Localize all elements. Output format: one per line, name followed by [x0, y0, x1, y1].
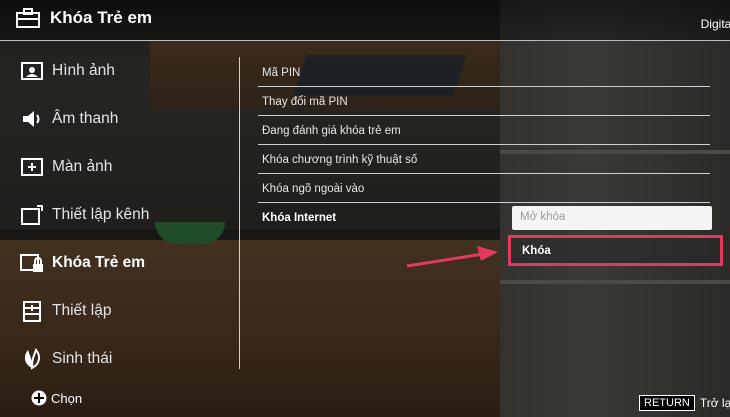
return-key-badge: RETURN — [639, 395, 695, 411]
option-unlock[interactable]: Mở khóa — [512, 206, 712, 230]
footer-return-label: Trở lại — [699, 396, 730, 410]
menu-item-label: Đang đánh giá khóa trẻ em — [262, 125, 401, 137]
parental-lock-icon — [20, 254, 43, 272]
internet-lock-dropdown: Mở khóa Khóa — [505, 202, 723, 270]
page-title: Khóa Trẻ em — [50, 8, 153, 27]
footer-select-hint: Chọn — [31, 390, 82, 406]
speaker-icon — [23, 111, 40, 127]
menu-item-pin[interactable]: Mã PIN — [258, 58, 710, 87]
input-source-label: Digital — [700, 17, 730, 31]
menu-item-label: Khóa Internet — [262, 212, 337, 224]
sidebar-item-settings[interactable]: Thiết lập — [0, 291, 235, 331]
eco-icon — [24, 348, 41, 370]
option-label: Khóa — [522, 245, 551, 257]
menu-item-label: Thay đổi mã PIN — [262, 96, 348, 108]
sidebar-item-label: Âm thanh — [52, 110, 119, 127]
screen-icon — [21, 158, 43, 176]
picture-icon — [21, 62, 43, 80]
option-lock[interactable]: Khóa — [508, 235, 723, 266]
sidebar-divider — [239, 57, 240, 369]
footer-return-hint: RETURN Trở lại — [639, 395, 730, 411]
menu-item-label: Khóa ngõ ngoài vào — [262, 183, 365, 195]
menu-item-change-pin[interactable]: Thay đổi mã PIN — [258, 87, 710, 116]
annotation-arrow-icon — [406, 246, 498, 268]
settings-icon — [23, 301, 41, 322]
dpad-icon — [31, 390, 47, 406]
sidebar-item-label: Thiết lập kênh — [52, 206, 150, 223]
sidebar-item-label: Màn ảnh — [52, 158, 113, 175]
toolbox-icon — [16, 8, 40, 28]
sidebar-item-sound[interactable]: Âm thanh — [0, 99, 235, 139]
header-divider — [0, 40, 730, 41]
footer-select-label: Chọn — [51, 390, 83, 406]
menu-item-label: Mã PIN — [262, 67, 301, 79]
menu-item-digital-program-lock[interactable]: Khóa chương trình kỹ thuật số — [258, 145, 710, 174]
sidebar-item-eco[interactable]: Sinh thái — [0, 339, 235, 379]
sidebar-item-parental-lock[interactable]: Khóa Trẻ em — [0, 243, 235, 283]
option-label: Mở khóa — [520, 211, 566, 223]
sidebar-item-label: Sinh thái — [52, 350, 113, 367]
sidebar-item-channel-setup[interactable]: Thiết lập kênh — [0, 195, 235, 235]
menu-item-external-input-lock[interactable]: Khóa ngõ ngoài vào — [258, 174, 710, 203]
sidebar-item-picture[interactable]: Hình ảnh — [0, 51, 235, 91]
sidebar-item-screen[interactable]: Màn ảnh — [0, 147, 235, 187]
menu-item-rating-lock[interactable]: Đang đánh giá khóa trẻ em — [258, 116, 710, 145]
menu-item-label: Khóa chương trình kỹ thuật số — [262, 154, 418, 166]
channel-setup-icon — [21, 205, 43, 225]
sidebar-item-label: Hình ảnh — [52, 62, 115, 79]
sidebar-item-label: Khóa Trẻ em — [52, 254, 146, 271]
header-bar: Khóa Trẻ em Digital — [0, 0, 730, 40]
sidebar-item-label: Thiết lập — [52, 302, 112, 319]
